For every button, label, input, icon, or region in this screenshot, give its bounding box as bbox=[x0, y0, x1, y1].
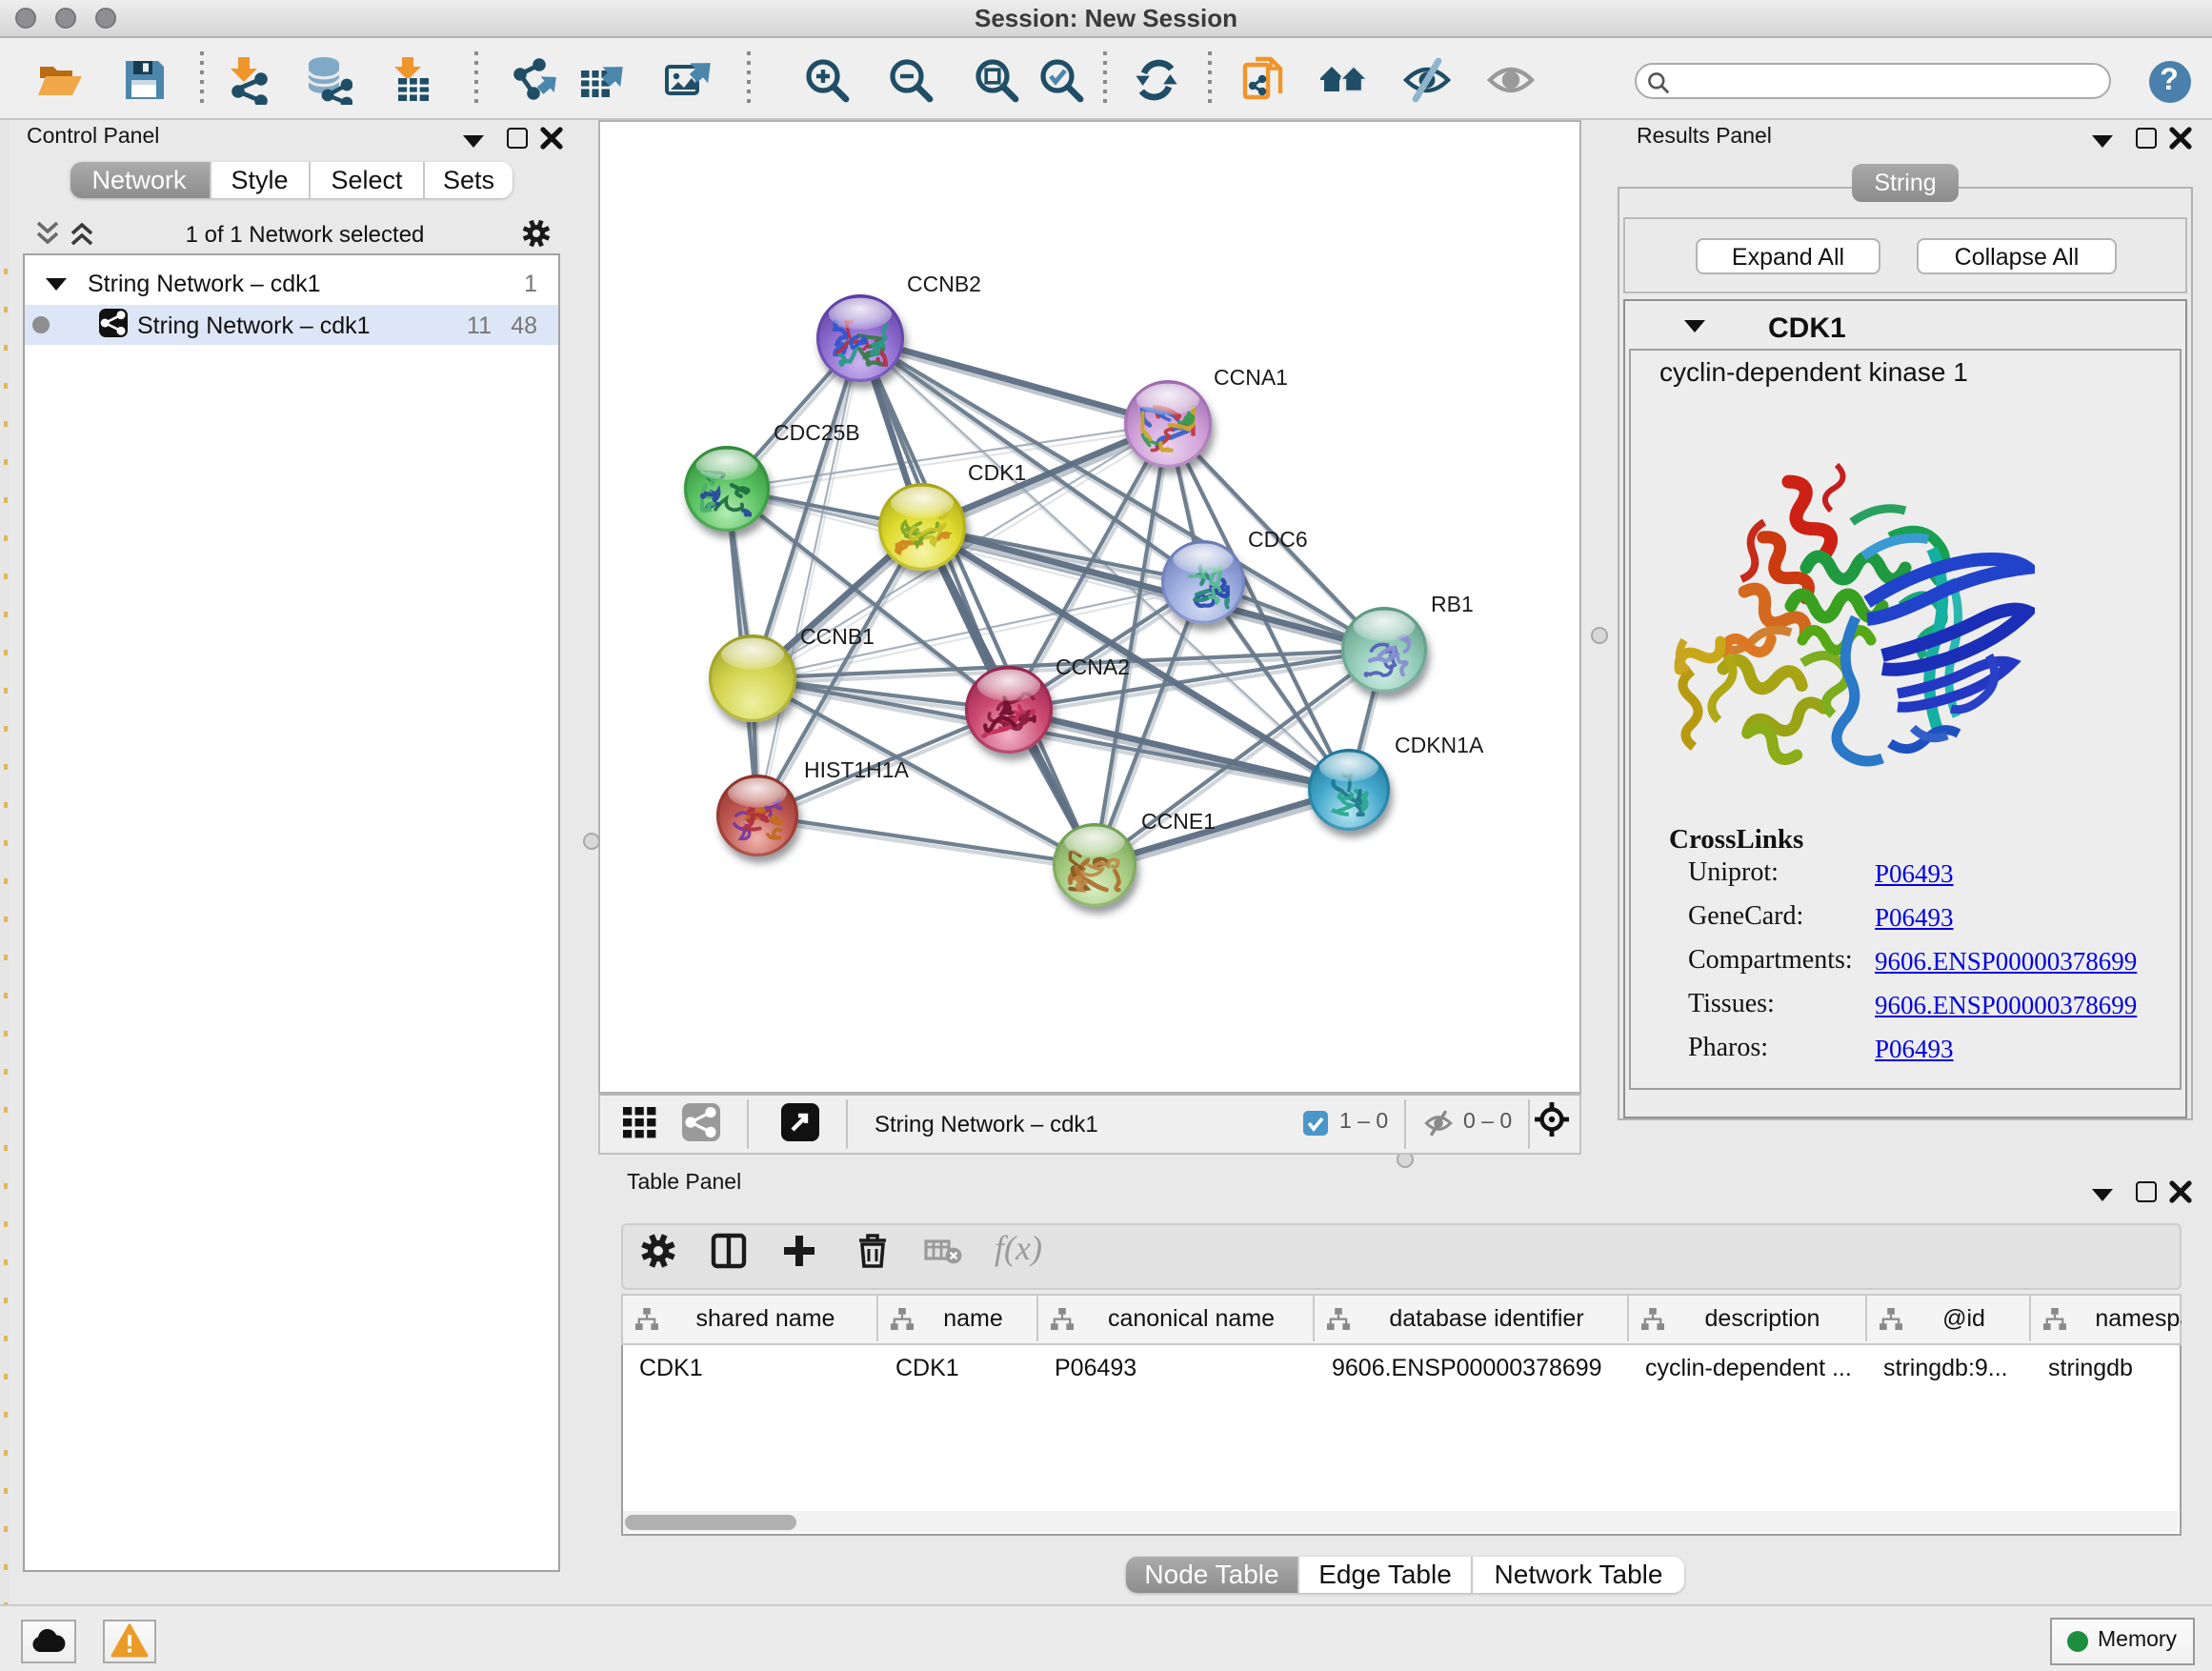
svg-text:RB1: RB1 bbox=[1431, 592, 1474, 616]
svg-text:CCNA2: CCNA2 bbox=[1056, 654, 1130, 679]
svg-text:CCNB2: CCNB2 bbox=[907, 272, 981, 296]
svg-text:CDC6: CDC6 bbox=[1248, 527, 1308, 552]
svg-text:HIST1H1A: HIST1H1A bbox=[804, 757, 910, 782]
svg-text:CDC25B: CDC25B bbox=[774, 420, 860, 445]
svg-text:CCNA1: CCNA1 bbox=[1214, 365, 1288, 390]
svg-text:CCNE1: CCNE1 bbox=[1141, 809, 1216, 834]
svg-text:CDKN1A: CDKN1A bbox=[1395, 733, 1484, 757]
svg-text:CCNB1: CCNB1 bbox=[800, 624, 875, 649]
svg-text:CDK1: CDK1 bbox=[968, 460, 1026, 485]
